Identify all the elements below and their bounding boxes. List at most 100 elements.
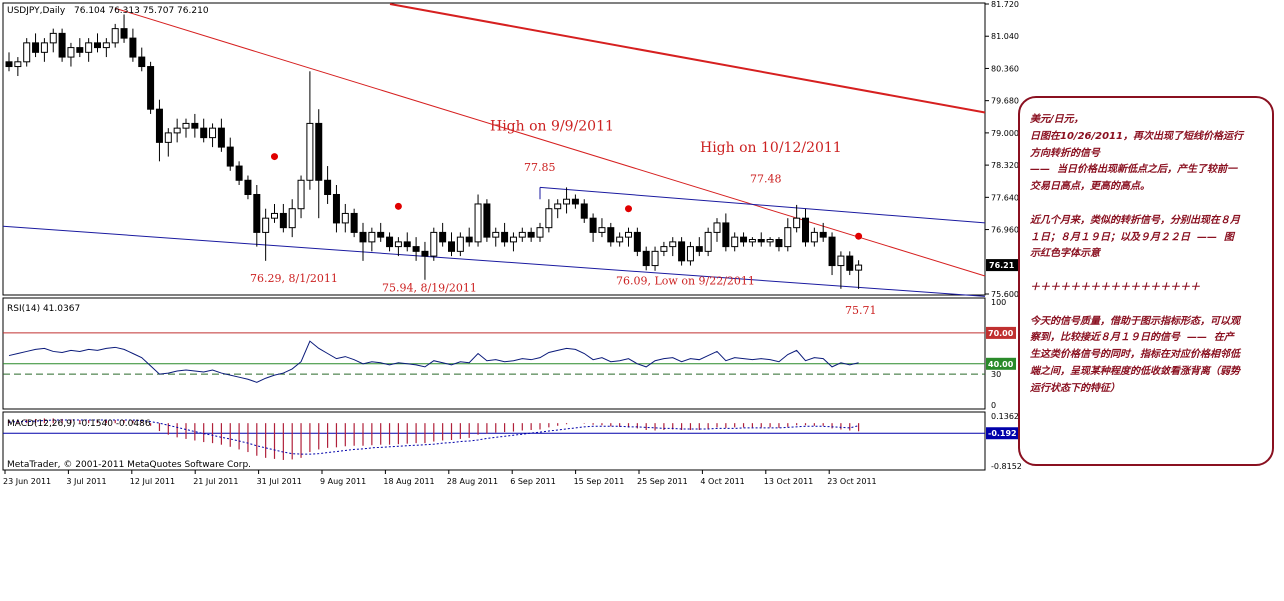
candle-body bbox=[793, 217, 801, 229]
candle-body bbox=[421, 250, 429, 257]
candle-body bbox=[306, 122, 314, 181]
candle-body bbox=[740, 236, 748, 243]
macd-label: MACD(12,26,9) -0.1540 -0.0486 bbox=[7, 419, 151, 429]
candle-body bbox=[492, 231, 500, 238]
candle-body bbox=[129, 37, 137, 58]
candle-body bbox=[138, 56, 146, 68]
x-tick-label: 18 Aug 2011 bbox=[383, 477, 434, 486]
signal-dot bbox=[271, 153, 278, 161]
candle-body bbox=[784, 227, 792, 248]
candle-body bbox=[633, 231, 641, 252]
candle-body bbox=[324, 179, 332, 195]
candle-body bbox=[474, 203, 482, 243]
y-tick-label: 76.960 bbox=[991, 226, 1019, 235]
candle-body bbox=[509, 236, 517, 243]
rsi-tick-label: 0 bbox=[991, 401, 996, 410]
candle-body bbox=[155, 108, 163, 143]
annotation-low-9-22: 76.09, Low on 9/22/2011 bbox=[616, 275, 755, 288]
candle-body bbox=[686, 246, 694, 262]
commentary-line: 察到，比较接近８月１９日的信号 —— 在产 bbox=[1030, 332, 1234, 344]
candle-body bbox=[456, 236, 464, 252]
candle-body bbox=[722, 222, 730, 248]
candle-body bbox=[173, 127, 181, 134]
x-tick-label: 23 Jun 2011 bbox=[3, 477, 51, 486]
y-tick-label: 77.640 bbox=[991, 193, 1019, 202]
commentary-line: 美元/日元， bbox=[1030, 114, 1084, 125]
candle-body bbox=[120, 28, 128, 39]
candle-body bbox=[589, 217, 597, 233]
x-tick-label: 4 Oct 2011 bbox=[700, 477, 744, 486]
candle-body bbox=[571, 198, 579, 205]
annotation-high-10-12: High on 10/12/2011 bbox=[700, 140, 842, 156]
commentary-line bbox=[1030, 263, 1264, 280]
annotation-low-8-1: 76.29, 8/1/2011 bbox=[250, 272, 338, 285]
current-price-label: 76.21 bbox=[989, 261, 1015, 270]
candle-body bbox=[695, 246, 703, 252]
candle-body bbox=[49, 32, 57, 44]
candle-body bbox=[253, 193, 261, 233]
candle-body bbox=[288, 208, 296, 229]
commentary-line: 示红色字体示意 bbox=[1030, 248, 1100, 260]
candle-body bbox=[191, 122, 199, 129]
y-tick-label: 81.040 bbox=[991, 32, 1019, 41]
commentary-line: 生这类价格信号的同时，指标在对应价格相邻低 bbox=[1030, 349, 1240, 361]
candle-body bbox=[448, 241, 455, 252]
candle-body bbox=[412, 246, 420, 252]
y-tick-label: 80.360 bbox=[991, 64, 1019, 73]
candle-body bbox=[828, 236, 836, 267]
candle-body bbox=[748, 239, 756, 243]
x-tick-label: 21 Jul 2011 bbox=[193, 477, 238, 486]
copyright-label: MetaTrader, © 2001-2011 MetaQuotes Softw… bbox=[7, 460, 251, 470]
signal-dot bbox=[625, 205, 632, 213]
candle-body bbox=[102, 42, 110, 49]
candle-body bbox=[678, 241, 686, 262]
candle-body bbox=[465, 236, 473, 243]
candle-body bbox=[147, 66, 155, 110]
candle-body bbox=[731, 236, 739, 248]
candle-body bbox=[94, 42, 101, 49]
candle-body bbox=[625, 231, 632, 238]
candle-body bbox=[536, 227, 544, 238]
candle-body bbox=[332, 193, 340, 224]
candle-body bbox=[377, 231, 385, 238]
candle-body bbox=[775, 239, 783, 248]
x-tick-label: 25 Sep 2011 bbox=[637, 477, 688, 486]
candle-body bbox=[279, 212, 287, 229]
candle-body bbox=[819, 231, 827, 238]
rsi-label: RSI(14) 41.0367 bbox=[7, 304, 80, 314]
candle-body bbox=[40, 42, 48, 53]
candle-body bbox=[430, 231, 438, 257]
macd-tick-label: 0.1362 bbox=[991, 412, 1019, 421]
candle-body bbox=[766, 239, 774, 243]
candle-body bbox=[810, 231, 818, 243]
annotation-75-71: 75.71 bbox=[845, 304, 877, 317]
commentary-line bbox=[1030, 297, 1264, 314]
annotation-high-9-9: High on 9/9/2011 bbox=[490, 119, 614, 135]
commentary-line: 方向转折的信号 bbox=[1030, 147, 1100, 159]
commentary-line: —— 当日价格出现新低点之后，产生了较前一 bbox=[1030, 164, 1237, 176]
candle-body bbox=[297, 179, 305, 210]
candle-body bbox=[386, 236, 394, 248]
candle-body bbox=[545, 208, 553, 229]
candle-body bbox=[501, 231, 509, 243]
candle-body bbox=[713, 222, 721, 233]
candle-body bbox=[757, 239, 765, 243]
macd-tick-label: -0.8152 bbox=[991, 462, 1022, 471]
candle-body bbox=[85, 42, 93, 53]
candle-body bbox=[359, 231, 367, 243]
candle-body bbox=[271, 212, 278, 219]
signal-dot bbox=[855, 232, 863, 240]
candle-body bbox=[563, 198, 571, 205]
x-tick-label: 28 Aug 2011 bbox=[447, 477, 498, 486]
candle-body bbox=[14, 61, 22, 68]
commentary-line: 近几个月来，类似的转折信号，分别出现在８月 bbox=[1030, 214, 1240, 226]
candle-body bbox=[403, 241, 411, 248]
commentary-line: ＋＋＋＋＋＋＋＋＋＋＋＋＋＋＋＋＋ bbox=[1030, 281, 1200, 293]
candle-body bbox=[704, 231, 712, 252]
x-tick-label: 12 Jul 2011 bbox=[130, 477, 175, 486]
candle-body bbox=[200, 127, 208, 139]
annotation-77-85: 77.85 bbox=[524, 161, 556, 174]
candle-body bbox=[580, 203, 588, 219]
candle-body bbox=[341, 212, 349, 224]
candle-body bbox=[518, 231, 526, 238]
